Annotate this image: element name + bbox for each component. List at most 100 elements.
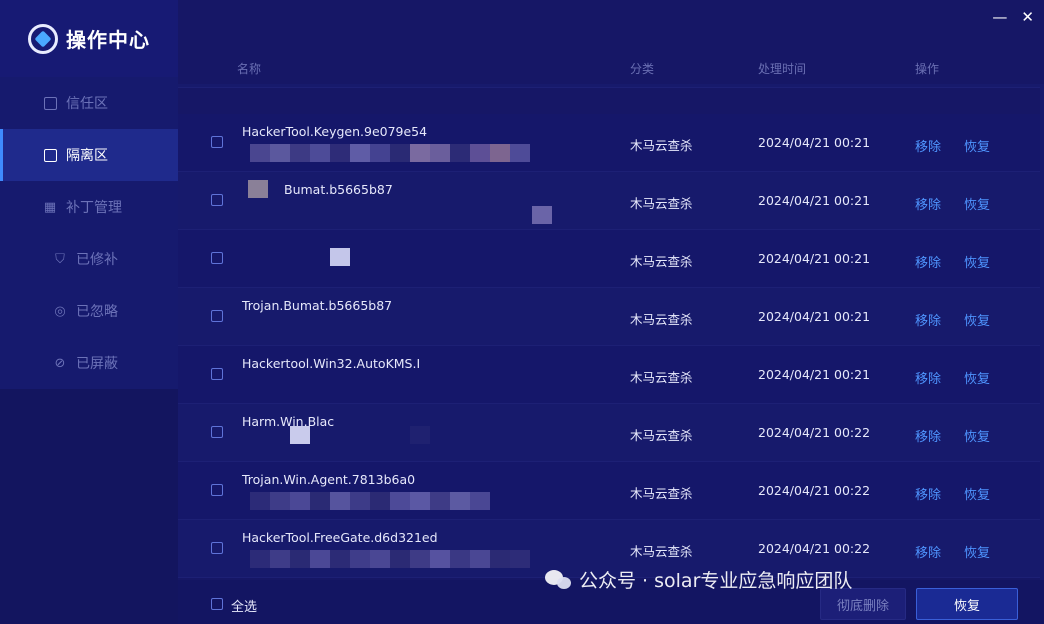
table-row: Harm.Win.Blac 木马云查杀 2024/04/21 00:22 移除 … xyxy=(178,404,1044,462)
remove-link[interactable]: 移除 xyxy=(915,136,941,155)
scrollbar[interactable] xyxy=(1040,84,1044,580)
row-category: 木马云查杀 xyxy=(630,196,693,211)
sidebar-item-label: 补丁管理 xyxy=(66,200,122,216)
header-time: 处理时间 xyxy=(758,62,807,76)
sidebar-item-label: 隔离区 xyxy=(66,148,108,164)
header-name: 名称 xyxy=(237,62,262,76)
window-controls: — ✕ xyxy=(992,8,1034,26)
row-category: 木马云查杀 xyxy=(630,312,693,327)
restore-button[interactable]: 恢复 xyxy=(916,588,1018,620)
sidebar-item-trust-zone[interactable]: 信任区 xyxy=(0,77,178,129)
row-checkbox[interactable] xyxy=(211,310,223,322)
row-time: 2024/04/21 00:21 xyxy=(758,309,871,324)
remove-link[interactable]: 移除 xyxy=(915,542,941,561)
row-name: Bumat.b5665b87 xyxy=(284,182,393,197)
blurred-path xyxy=(250,492,490,510)
restore-link[interactable]: 恢复 xyxy=(964,542,990,561)
row-name: HackerTool.Keygen.9e079e54 xyxy=(242,124,428,139)
row-time: 2024/04/21 00:22 xyxy=(758,541,871,556)
sidebar-item-patch-management[interactable]: ▦ 补丁管理 xyxy=(0,181,178,233)
blurred-path xyxy=(290,426,310,444)
table-row: Bumat.b5665b87 木马云查杀 2024/04/21 00:21 移除… xyxy=(178,172,1044,230)
restore-link[interactable]: 恢复 xyxy=(964,310,990,329)
row-name: Hackertool.Win32.AutoKMS.I xyxy=(242,356,421,371)
block-icon: ⊘ xyxy=(54,355,66,371)
shield-check-icon: ⛉ xyxy=(55,251,65,267)
remove-link[interactable]: 移除 xyxy=(915,484,941,503)
quarantine-list: HackerTool.Keygen.9e079e54 木马云查杀 2024/04… xyxy=(178,84,1044,580)
remove-link[interactable]: 移除 xyxy=(915,426,941,445)
remove-link[interactable]: 移除 xyxy=(915,368,941,387)
row-time: 2024/04/21 00:22 xyxy=(758,483,871,498)
blurred-path xyxy=(248,180,268,198)
checklist-icon xyxy=(42,95,58,111)
row-checkbox[interactable] xyxy=(211,484,223,496)
main-panel: — ✕ 名称 分类 处理时间 操作 HackerTool.Keygen.9e07… xyxy=(178,0,1044,624)
row-name: Harm.Win.Blac xyxy=(242,414,335,429)
restore-link[interactable]: 恢复 xyxy=(964,426,990,445)
table-row: Trojan.Bumat.b5665b87 木马云查杀 2024/04/21 0… xyxy=(178,288,1044,346)
sidebar-item-blocked[interactable]: ⊘ 已屏蔽 xyxy=(0,337,178,389)
row-checkbox[interactable] xyxy=(211,194,223,206)
sidebar-nav: 信任区 隔离区 ▦ 补丁管理 ⛉ 已修补 ◎ 已忽略 ⊘ 已屏蔽 xyxy=(0,77,178,389)
eye-off-icon: ◎ xyxy=(54,303,66,319)
restore-link[interactable]: 恢复 xyxy=(964,484,990,503)
table-row: Hackertool.Win32.AutoKMS.I 木马云查杀 2024/04… xyxy=(178,346,1044,404)
table-row: Trojan.Win.Agent.7813b6a0 木马云查杀 2024/04/… xyxy=(178,462,1044,520)
row-checkbox[interactable] xyxy=(211,426,223,438)
table-header: 名称 分类 处理时间 操作 xyxy=(178,56,1044,84)
app-logo-icon xyxy=(28,23,58,54)
sidebar-item-patched[interactable]: ⛉ 已修补 xyxy=(0,233,178,285)
restore-link[interactable]: 恢复 xyxy=(964,368,990,387)
row-checkbox[interactable] xyxy=(211,368,223,380)
sidebar-item-label: 已修补 xyxy=(76,252,118,268)
sidebar-item-label: 信任区 xyxy=(66,96,108,112)
grid-icon: ▦ xyxy=(43,199,57,215)
blurred-path xyxy=(250,550,530,568)
row-category: 木马云查杀 xyxy=(630,486,693,501)
remove-link[interactable]: 移除 xyxy=(915,252,941,271)
row-category: 木马云查杀 xyxy=(630,370,693,385)
row-name: HackerTool.FreeGate.d6d321ed xyxy=(242,530,438,545)
remove-link[interactable]: 移除 xyxy=(915,310,941,329)
row-time: 2024/04/21 00:22 xyxy=(758,425,871,440)
watermark: 公众号 · solar专业应急响应团队 xyxy=(545,566,852,593)
sidebar-footer xyxy=(0,390,178,624)
row-checkbox[interactable] xyxy=(211,542,223,554)
row-category: 木马云查杀 xyxy=(630,138,693,153)
row-category: 木马云查杀 xyxy=(630,428,693,443)
header-category: 分类 xyxy=(630,62,655,76)
sidebar-item-quarantine[interactable]: 隔离区 xyxy=(0,129,178,181)
restore-link[interactable]: 恢复 xyxy=(964,194,990,213)
minimize-button[interactable]: — xyxy=(992,8,1007,26)
sidebar: 操作中心 信任区 隔离区 ▦ 补丁管理 ⛉ 已修补 ◎ 已忽略 ⊘ 已屏蔽 xyxy=(0,0,178,624)
select-all-checkbox[interactable] xyxy=(211,598,223,610)
sidebar-item-label: 已忽略 xyxy=(76,304,118,320)
row-checkbox[interactable] xyxy=(211,136,223,148)
close-button[interactable]: ✕ xyxy=(1021,8,1034,26)
header-action: 操作 xyxy=(915,62,940,76)
blurred-path xyxy=(330,248,350,266)
app-title: 操作中心 xyxy=(66,28,150,52)
sidebar-item-ignored[interactable]: ◎ 已忽略 xyxy=(0,285,178,337)
restore-link[interactable]: 恢复 xyxy=(964,136,990,155)
row-time: 2024/04/21 00:21 xyxy=(758,251,871,266)
row-category: 木马云查杀 xyxy=(630,544,693,559)
select-all-label[interactable]: 全选 xyxy=(231,596,257,615)
watermark-text: 公众号 · solar专业应急响应团队 xyxy=(579,570,853,592)
sidebar-item-label: 已屏蔽 xyxy=(76,356,118,372)
table-row: HackerTool.Keygen.9e079e54 木马云查杀 2024/04… xyxy=(178,114,1044,172)
wechat-icon xyxy=(545,569,573,591)
app-logo: 操作中心 xyxy=(0,0,178,77)
row-name: Trojan.Bumat.b5665b87 xyxy=(242,298,393,313)
blurred-path xyxy=(410,426,430,444)
row-name: Trojan.Win.Agent.7813b6a0 xyxy=(242,472,416,487)
row-time: 2024/04/21 00:21 xyxy=(758,193,871,208)
table-row: 木马云查杀 2024/04/21 00:21 移除 恢复 xyxy=(178,230,1044,288)
row-checkbox[interactable] xyxy=(211,252,223,264)
restore-link[interactable]: 恢复 xyxy=(964,252,990,271)
table-row-partial xyxy=(178,84,1044,88)
quarantine-icon xyxy=(42,147,58,163)
row-category: 木马云查杀 xyxy=(630,254,693,269)
remove-link[interactable]: 移除 xyxy=(915,194,941,213)
